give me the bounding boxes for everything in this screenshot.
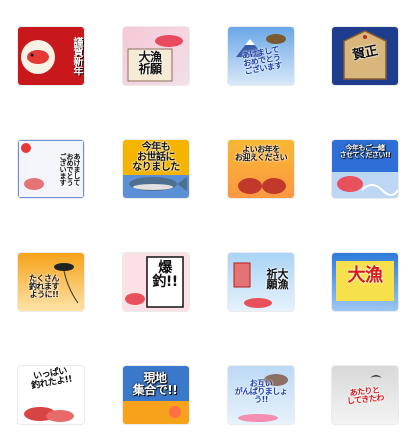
sticker-label: たくさん 釣れます ように!! bbox=[29, 274, 60, 299]
sticker-label: 大漁 祈願 bbox=[138, 50, 162, 76]
sticker-osewa[interactable]: 今年も お世話に なりました bbox=[123, 140, 189, 198]
sticker-kinga-shinnen[interactable]: 謹賀新年 bbox=[18, 27, 84, 85]
sticker-akemashite-1[interactable]: あけまして おめでとう ございます bbox=[228, 27, 294, 85]
sticker-akemashite-2[interactable]: あけまして おめでとう ございます bbox=[18, 140, 84, 198]
sticker-ippai[interactable]: いっぱい 釣れたよ!! bbox=[18, 366, 84, 424]
sticker-bakucho[interactable]: 爆釣!! bbox=[123, 253, 189, 311]
sticker-label: 今年もご一緒 させてください!! bbox=[339, 144, 391, 159]
sticker-atari[interactable]: あたりと してきたわ bbox=[332, 366, 398, 424]
sticker-tairyo-kigan-2[interactable]: 大漁 祈願 bbox=[228, 253, 294, 311]
sticker-label: 大漁 祈願 bbox=[265, 267, 289, 289]
sticker-genchi[interactable]: 現地 集合で!! bbox=[123, 366, 189, 424]
sticker-label: 現地 集合で!! bbox=[132, 371, 178, 397]
sticker-otagai[interactable]: お互い がんばりましょう!! bbox=[228, 366, 294, 424]
sticker-tairyo-kigan[interactable]: 大漁 祈願 bbox=[123, 27, 189, 85]
sticker-goissho[interactable]: 今年もご一緒 させてください!! bbox=[332, 140, 398, 198]
sticker-label: あけまして おめでとう ございます bbox=[59, 152, 81, 186]
sticker-label: 今年も お世話に なりました bbox=[132, 142, 180, 173]
sticker-yoi-otoshi[interactable]: よいお年を お迎えください bbox=[228, 140, 294, 198]
sticker-label: 大漁 bbox=[347, 265, 384, 286]
sticker-label: 爆釣!! bbox=[152, 260, 178, 290]
sticker-grid: 謹賀新年 大漁 祈願 あけまして おめでとう ございます 賀正 あけまして おめ… bbox=[0, 0, 420, 448]
sticker-takusan[interactable]: たくさん 釣れます ように!! bbox=[18, 253, 84, 311]
sticker-label: よいお年を お迎えください bbox=[234, 145, 288, 162]
sticker-label: 謹賀新年 bbox=[71, 37, 82, 75]
sticker-label: お互い がんばりましょう!! bbox=[234, 379, 288, 404]
sticker-tairyo[interactable]: 大漁 bbox=[332, 253, 398, 311]
sticker-gasho[interactable]: 賀正 bbox=[332, 27, 398, 85]
